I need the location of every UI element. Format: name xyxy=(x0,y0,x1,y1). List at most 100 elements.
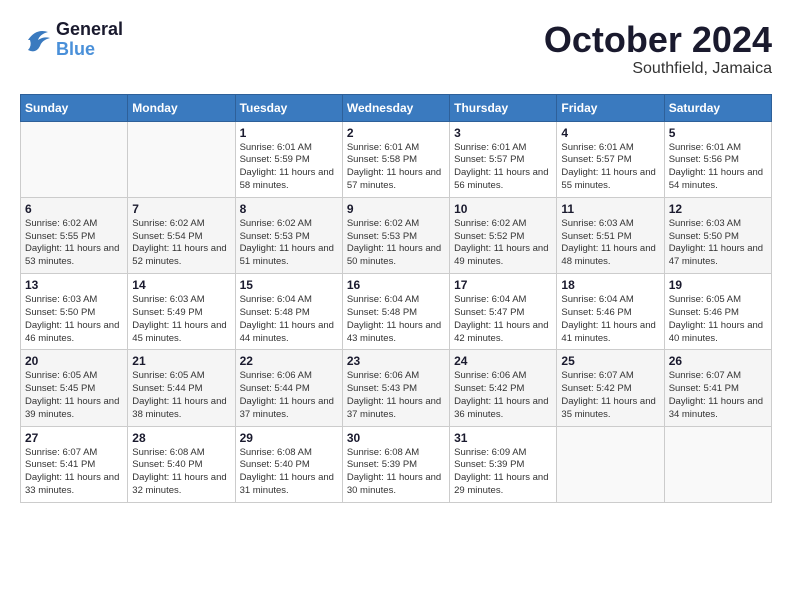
calendar-cell: 13 Sunrise: 6:03 AMSunset: 5:50 PMDayligh… xyxy=(21,274,128,350)
day-number: 14 xyxy=(132,278,230,292)
day-number: 7 xyxy=(132,202,230,216)
day-number: 1 xyxy=(240,126,338,140)
day-number: 31 xyxy=(454,431,552,445)
calendar-cell: 7 Sunrise: 6:02 AMSunset: 5:54 PMDaylight… xyxy=(128,197,235,273)
day-info: Sunrise: 6:01 AMSunset: 5:57 PMDaylight:… xyxy=(454,142,552,193)
calendar-header-tuesday: Tuesday xyxy=(235,94,342,121)
calendar-header-friday: Friday xyxy=(557,94,664,121)
calendar-cell xyxy=(21,121,128,197)
calendar-cell: 22Sunrise: 6:06 AMSunset: 5:44 PMDayligh… xyxy=(235,350,342,426)
calendar-header-saturday: Saturday xyxy=(664,94,771,121)
day-info: Sunrise: 6:02 AMSunset: 5:53 PMDaylight:… xyxy=(347,218,445,269)
day-number: 9 xyxy=(347,202,445,216)
day-number: 25 xyxy=(561,354,659,368)
day-info: Sunrise: 6:02 AMSunset: 5:55 PMDaylight:… xyxy=(25,218,123,269)
day-info: Sunrise: 6:02 AMSunset: 5:52 PMDaylight:… xyxy=(454,218,552,269)
day-number: 8 xyxy=(240,202,338,216)
calendar-cell: 2 Sunrise: 6:01 AMSunset: 5:58 PMDaylight… xyxy=(342,121,449,197)
day-number: 19 xyxy=(669,278,767,292)
calendar-cell: 8 Sunrise: 6:02 AMSunset: 5:53 PMDaylight… xyxy=(235,197,342,273)
calendar-cell: 18 Sunrise: 6:04 AMSunset: 5:46 PMDayligh… xyxy=(557,274,664,350)
calendar-cell: 27 Sunrise: 6:07 AMSunset: 5:41 PMDayligh… xyxy=(21,426,128,502)
logo-icon xyxy=(20,26,52,54)
day-info: Sunrise: 6:08 AMSunset: 5:40 PMDaylight:… xyxy=(132,447,230,498)
location: Southfield, Jamaica xyxy=(544,60,772,78)
day-info: Sunrise: 6:09 AMSunset: 5:39 PMDaylight:… xyxy=(454,447,552,498)
day-number: 17 xyxy=(454,278,552,292)
day-number: 5 xyxy=(669,126,767,140)
calendar-cell xyxy=(557,426,664,502)
day-info: Sunrise: 6:05 AMSunset: 5:45 PMDaylight:… xyxy=(25,370,123,421)
calendar-cell: 11Sunrise: 6:03 AMSunset: 5:51 PMDayligh… xyxy=(557,197,664,273)
calendar-cell: 19 Sunrise: 6:05 AMSunset: 5:46 PMDayligh… xyxy=(664,274,771,350)
calendar-cell: 4 Sunrise: 6:01 AMSunset: 5:57 PMDaylight… xyxy=(557,121,664,197)
calendar-cell: 12Sunrise: 6:03 AMSunset: 5:50 PMDayligh… xyxy=(664,197,771,273)
day-number: 22 xyxy=(240,354,338,368)
day-info: Sunrise: 6:07 AMSunset: 5:41 PMDaylight:… xyxy=(669,370,767,421)
day-info: Sunrise: 6:02 AMSunset: 5:53 PMDaylight:… xyxy=(240,218,338,269)
day-info: Sunrise: 6:05 AMSunset: 5:46 PMDaylight:… xyxy=(669,294,767,345)
calendar-header-monday: Monday xyxy=(128,94,235,121)
day-info: Sunrise: 6:04 AMSunset: 5:48 PMDaylight:… xyxy=(240,294,338,345)
calendar-cell: 21Sunrise: 6:05 AMSunset: 5:44 PMDayligh… xyxy=(128,350,235,426)
calendar-header-thursday: Thursday xyxy=(450,94,557,121)
day-number: 15 xyxy=(240,278,338,292)
day-info: Sunrise: 6:03 AMSunset: 5:49 PMDaylight:… xyxy=(132,294,230,345)
calendar-week-row: 13 Sunrise: 6:03 AMSunset: 5:50 PMDayligh… xyxy=(21,274,772,350)
calendar-cell: 25 Sunrise: 6:07 AMSunset: 5:42 PMDayligh… xyxy=(557,350,664,426)
calendar-cell: 14 Sunrise: 6:03 AMSunset: 5:49 PMDayligh… xyxy=(128,274,235,350)
calendar-cell xyxy=(128,121,235,197)
calendar-cell: 3 Sunrise: 6:01 AMSunset: 5:57 PMDaylight… xyxy=(450,121,557,197)
day-info: Sunrise: 6:08 AMSunset: 5:39 PMDaylight:… xyxy=(347,447,445,498)
day-number: 13 xyxy=(25,278,123,292)
day-info: Sunrise: 6:01 AMSunset: 5:59 PMDaylight:… xyxy=(240,142,338,193)
day-info: Sunrise: 6:03 AMSunset: 5:50 PMDaylight:… xyxy=(25,294,123,345)
day-info: Sunrise: 6:08 AMSunset: 5:40 PMDaylight:… xyxy=(240,447,338,498)
day-number: 3 xyxy=(454,126,552,140)
calendar-cell: 15 Sunrise: 6:04 AMSunset: 5:48 PMDayligh… xyxy=(235,274,342,350)
day-info: Sunrise: 6:01 AMSunset: 5:57 PMDaylight:… xyxy=(561,142,659,193)
day-number: 2 xyxy=(347,126,445,140)
logo-text: General Blue xyxy=(56,20,123,60)
calendar-cell: 23Sunrise: 6:06 AMSunset: 5:43 PMDayligh… xyxy=(342,350,449,426)
day-number: 28 xyxy=(132,431,230,445)
day-number: 11 xyxy=(561,202,659,216)
calendar-cell: 6Sunrise: 6:02 AMSunset: 5:55 PMDaylight… xyxy=(21,197,128,273)
day-info: Sunrise: 6:04 AMSunset: 5:47 PMDaylight:… xyxy=(454,294,552,345)
day-number: 29 xyxy=(240,431,338,445)
logo: General Blue xyxy=(20,20,123,60)
day-info: Sunrise: 6:06 AMSunset: 5:42 PMDaylight:… xyxy=(454,370,552,421)
day-info: Sunrise: 6:07 AMSunset: 5:42 PMDaylight:… xyxy=(561,370,659,421)
day-number: 30 xyxy=(347,431,445,445)
day-info: Sunrise: 6:07 AMSunset: 5:41 PMDaylight:… xyxy=(25,447,123,498)
day-number: 26 xyxy=(669,354,767,368)
calendar-cell: 28 Sunrise: 6:08 AMSunset: 5:40 PMDayligh… xyxy=(128,426,235,502)
calendar-cell: 1 Sunrise: 6:01 AMSunset: 5:59 PMDaylight… xyxy=(235,121,342,197)
calendar-week-row: 20Sunrise: 6:05 AMSunset: 5:45 PMDayligh… xyxy=(21,350,772,426)
day-number: 4 xyxy=(561,126,659,140)
day-number: 16 xyxy=(347,278,445,292)
calendar-cell: 9 Sunrise: 6:02 AMSunset: 5:53 PMDaylight… xyxy=(342,197,449,273)
calendar-cell: 24 Sunrise: 6:06 AMSunset: 5:42 PMDayligh… xyxy=(450,350,557,426)
calendar-week-row: 27 Sunrise: 6:07 AMSunset: 5:41 PMDayligh… xyxy=(21,426,772,502)
day-info: Sunrise: 6:02 AMSunset: 5:54 PMDaylight:… xyxy=(132,218,230,269)
calendar-cell: 29 Sunrise: 6:08 AMSunset: 5:40 PMDayligh… xyxy=(235,426,342,502)
day-info: Sunrise: 6:01 AMSunset: 5:58 PMDaylight:… xyxy=(347,142,445,193)
calendar-cell: 26 Sunrise: 6:07 AMSunset: 5:41 PMDayligh… xyxy=(664,350,771,426)
calendar-cell: 10Sunrise: 6:02 AMSunset: 5:52 PMDayligh… xyxy=(450,197,557,273)
calendar-cell: 17 Sunrise: 6:04 AMSunset: 5:47 PMDayligh… xyxy=(450,274,557,350)
calendar-cell: 20Sunrise: 6:05 AMSunset: 5:45 PMDayligh… xyxy=(21,350,128,426)
calendar-cell xyxy=(664,426,771,502)
day-info: Sunrise: 6:06 AMSunset: 5:43 PMDaylight:… xyxy=(347,370,445,421)
day-info: Sunrise: 6:03 AMSunset: 5:50 PMDaylight:… xyxy=(669,218,767,269)
calendar-table: SundayMondayTuesdayWednesdayThursdayFrid… xyxy=(20,94,772,503)
day-number: 18 xyxy=(561,278,659,292)
day-number: 24 xyxy=(454,354,552,368)
page-header: General Blue October 2024 Southfield, Ja… xyxy=(20,20,772,78)
day-info: Sunrise: 6:01 AMSunset: 5:56 PMDaylight:… xyxy=(669,142,767,193)
day-info: Sunrise: 6:04 AMSunset: 5:46 PMDaylight:… xyxy=(561,294,659,345)
calendar-header-sunday: Sunday xyxy=(21,94,128,121)
day-number: 21 xyxy=(132,354,230,368)
day-number: 27 xyxy=(25,431,123,445)
calendar-week-row: 6Sunrise: 6:02 AMSunset: 5:55 PMDaylight… xyxy=(21,197,772,273)
